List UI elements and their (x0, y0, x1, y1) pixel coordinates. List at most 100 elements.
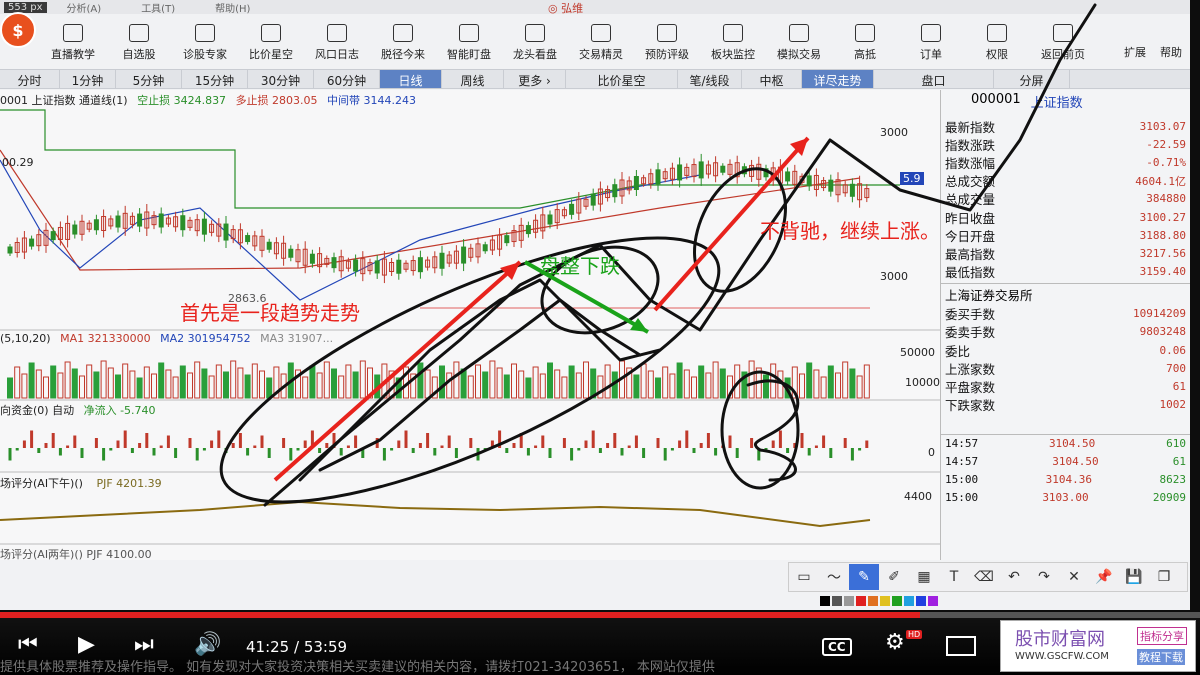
period-tab-14[interactable]: 分屏 (994, 70, 1070, 88)
toolbar-return-button[interactable]: 返回前页 (1030, 20, 1096, 68)
volume-bar (475, 364, 481, 399)
fund-legend: 向资金(0) 自动 净流入 -5.740 (0, 402, 156, 418)
mosaic-icon[interactable]: ▦ (909, 564, 939, 590)
period-tab-12[interactable]: 详尽走势 (802, 70, 874, 88)
copy-icon[interactable]: ❐ (1149, 564, 1179, 590)
cc-button[interactable]: CC (822, 638, 852, 656)
volume-bar (647, 370, 654, 399)
volume-bar (676, 362, 683, 399)
toolbar-dragon-button[interactable]: 龙头看盘 (502, 20, 568, 68)
period-tab-9[interactable]: 比价星空 (566, 70, 678, 88)
help-button[interactable]: 帮助 (1160, 44, 1182, 60)
pin-icon[interactable]: 📌 (1089, 564, 1119, 590)
volume-bar (316, 372, 323, 399)
period-tab-13[interactable]: 盘口 (874, 70, 994, 88)
score-line (0, 500, 871, 528)
toolbar-star-button[interactable]: 自选股 (106, 20, 172, 68)
tick-vol: 61 (1172, 455, 1186, 469)
period-tab-1[interactable]: 1分钟 (60, 70, 116, 88)
volume-bar (309, 365, 316, 399)
quote-label: 总成交量 (945, 192, 996, 208)
period-tab-4[interactable]: 30分钟 (248, 70, 314, 88)
tick-price: 3104.36 (1045, 473, 1092, 487)
color-purple[interactable] (928, 596, 938, 606)
color-yellow[interactable] (880, 596, 890, 606)
menu-analysis[interactable]: 分析(A) (67, 0, 102, 15)
volume-bar (583, 361, 589, 399)
legend-mid-band: 中间带 3144.243 (327, 94, 417, 107)
volume-icon[interactable]: 🔊 (194, 632, 221, 657)
toolbar-exchange-button[interactable]: 模拟交易 (766, 20, 832, 68)
toolbar-ai-button[interactable]: 预防评级 (634, 20, 700, 68)
stethoscope-icon (195, 24, 215, 42)
basket-icon (855, 24, 875, 42)
volume-bar (669, 373, 676, 399)
menu-tools[interactable]: 工具(T) (141, 0, 175, 15)
period-tab-2[interactable]: 5分钟 (116, 70, 182, 88)
grid-icon (723, 24, 743, 42)
prev-icon[interactable]: ⏮ (18, 632, 38, 657)
color-gray[interactable] (832, 596, 842, 606)
volume-bar (597, 375, 604, 399)
toolbar-label: 诊股专家 (183, 48, 227, 61)
toolbar-cart-button[interactable]: 订单 (898, 20, 964, 68)
score-prefix: 场评分(AI下午)() (0, 477, 83, 490)
toolbar-basket-button[interactable]: 高抵 (832, 20, 898, 68)
pen-tool-icon[interactable]: ✎ (849, 564, 879, 590)
next-icon[interactable]: ⏭ (134, 632, 154, 657)
color-green[interactable] (892, 596, 902, 606)
volume-bar (403, 366, 409, 399)
tick-time: 15:00 (945, 473, 979, 487)
period-tab-8[interactable]: 更多 › (504, 70, 566, 88)
volume-bar (345, 364, 352, 399)
quote-label: 指数涨跌 (945, 137, 996, 153)
volume-bar (64, 361, 71, 399)
highlighter-icon[interactable]: ✐ (879, 564, 909, 590)
toolbar-label: 高抵 (854, 48, 876, 61)
watermark-tag2: 教程下载 (1137, 649, 1185, 665)
line-tool-icon[interactable]: 〜 (819, 564, 849, 590)
expand-button[interactable]: 扩展 (1124, 44, 1146, 60)
period-tab-11[interactable]: 中枢 (742, 70, 802, 88)
text-tool-icon[interactable]: T (939, 564, 969, 590)
quote-label: 今日开盘 (945, 228, 996, 244)
toolbar-grid-button[interactable]: 板块监控 (700, 20, 766, 68)
toolbar-paper-button[interactable]: 脱径今来 (370, 20, 436, 68)
save-icon[interactable]: 💾 (1119, 564, 1149, 590)
close-icon[interactable]: ✕ (1059, 564, 1089, 590)
toolbar-book-button[interactable]: 风口日志 (304, 20, 370, 68)
quote-row: 委卖手数 9803248 (941, 323, 1190, 341)
quote-row: 最低指数 3159.40 (941, 263, 1190, 281)
miniplayer-icon[interactable] (946, 636, 976, 656)
settings-gear-icon[interactable]: ⚙ (885, 630, 905, 655)
toolbar-shield-button[interactable]: 权限 (964, 20, 1030, 68)
menu-help[interactable]: 帮助(H) (215, 0, 250, 15)
toolbar-chart-button[interactable]: 比价星空 (238, 20, 304, 68)
period-tab-7[interactable]: 周线 (442, 70, 504, 88)
color-lightgray[interactable] (844, 596, 854, 606)
color-black[interactable] (820, 596, 830, 606)
period-tab-10[interactable]: 笔/线段 (678, 70, 742, 88)
redo-icon[interactable]: ↷ (1029, 564, 1059, 590)
undo-icon[interactable]: ↶ (999, 564, 1029, 590)
quote-value: 3103.07 (1139, 119, 1186, 133)
volume-bar (532, 366, 539, 399)
period-tab-0[interactable]: 分时 (0, 70, 60, 88)
period-tab-3[interactable]: 15分钟 (182, 70, 248, 88)
color-red[interactable] (856, 596, 866, 606)
quote-row: 今日开盘 3188.80 (941, 226, 1190, 244)
shape-tool-icon[interactable]: ▭ (789, 564, 819, 590)
toolbar-stethoscope-button[interactable]: 诊股专家 (172, 20, 238, 68)
toolbar-robot-button[interactable]: 交易精灵 (568, 20, 634, 68)
color-orange[interactable] (868, 596, 878, 606)
color-cyan[interactable] (904, 596, 914, 606)
eraser-icon[interactable]: ⌫ (969, 564, 999, 590)
color-blue[interactable] (916, 596, 926, 606)
period-tab-5[interactable]: 60分钟 (314, 70, 380, 88)
volume-bar (172, 376, 179, 399)
toolbar-monitor-button[interactable]: 智能盯盘 (436, 20, 502, 68)
play-button-icon[interactable]: ▶ (78, 632, 95, 657)
quote-label: 总成交额 (945, 174, 996, 190)
toolbar-play-button[interactable]: 直播教学 (40, 20, 106, 68)
period-tab-6[interactable]: 日线 (380, 70, 442, 88)
